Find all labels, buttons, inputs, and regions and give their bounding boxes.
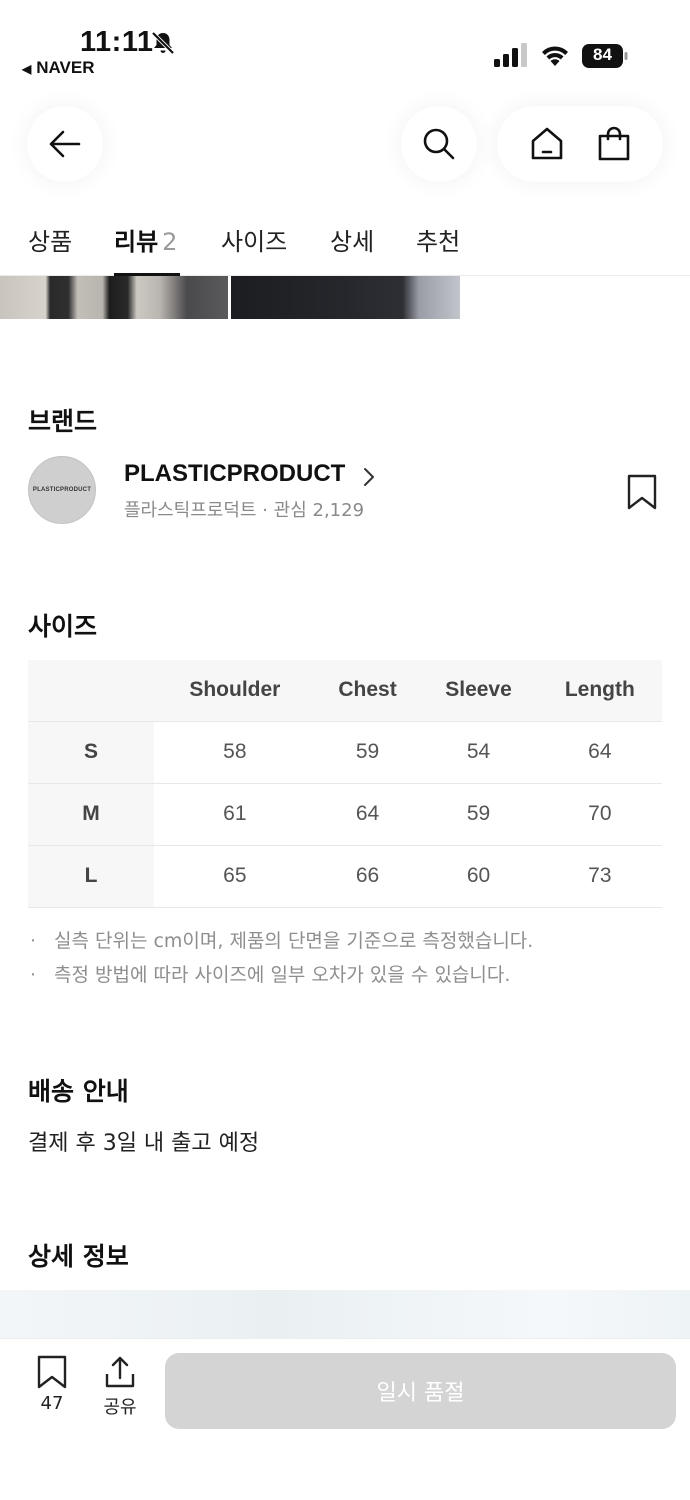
nav-pill — [497, 106, 663, 182]
bookmark-icon — [37, 1355, 67, 1389]
tab-review-label: 리뷰 — [114, 228, 159, 256]
battery-level: 84 — [593, 45, 612, 64]
table-cell: 54 — [419, 721, 538, 784]
tab-product[interactable]: 상품 — [28, 222, 72, 257]
size-label: S — [28, 721, 154, 784]
bookmark-count: 47 — [40, 1393, 64, 1414]
search-button[interactable] — [401, 106, 477, 182]
table-cell: 65 — [154, 845, 316, 908]
size-notes: 실측 단위는 cm이며, 제품의 단면을 기준으로 측정했습니다. 측정 방법에… — [28, 928, 533, 996]
back-triangle-icon: ◀ — [22, 62, 32, 76]
share-button[interactable]: 공유 — [95, 1355, 145, 1419]
review-image[interactable] — [0, 276, 228, 319]
size-table-header: Shoulder Chest Sleeve Length — [28, 660, 662, 722]
tab-detail[interactable]: 상세 — [330, 222, 374, 257]
detail-section-title: 상세 정보 — [28, 1242, 129, 1271]
bookmark-icon[interactable] — [626, 474, 658, 510]
back-to-app-link[interactable]: ◀ NAVER — [22, 58, 94, 78]
size-note: 측정 방법에 따라 사이즈에 일부 오차가 있을 수 있습니다. — [28, 962, 533, 996]
tab-size[interactable]: 사이즈 — [221, 222, 287, 257]
back-app-label: NAVER — [36, 58, 95, 77]
table-cell: 58 — [154, 721, 316, 784]
share-icon — [105, 1356, 135, 1388]
status-bar: 11:11 ◀ NAVER 84 — [0, 0, 690, 90]
table-cell: 61 — [154, 783, 316, 846]
detail-image — [0, 1290, 690, 1338]
column-header: Chest — [315, 660, 420, 722]
shipping-info: 결제 후 3일 내 출고 예정 — [28, 1131, 260, 1156]
shipping-section-title: 배송 안내 — [28, 1077, 129, 1106]
size-table: Shoulder Chest Sleeve Length S 58 59 54 … — [28, 660, 662, 908]
column-header: Sleeve — [419, 660, 538, 722]
table-cell: 66 — [315, 845, 420, 908]
brand-logo-text: PLASTICPRODUCT — [32, 487, 92, 493]
table-row: L 65 66 60 73 — [28, 845, 662, 908]
brand-section-title: 브랜드 — [28, 407, 98, 436]
wifi-icon — [542, 46, 568, 66]
share-label: 공유 — [103, 1397, 137, 1418]
bell-off-icon — [151, 31, 175, 55]
table-cell: 70 — [537, 783, 662, 846]
review-image-strip — [0, 276, 460, 319]
product-tabs: 상품 리뷰 2 사이즈 상세 추천 — [0, 218, 690, 276]
table-cell: 59 — [419, 783, 538, 846]
battery-icon: 84 — [582, 44, 628, 68]
bottom-action-bar: 47 공유 일시 품절 — [0, 1338, 690, 1500]
size-section-title: 사이즈 — [28, 612, 98, 641]
cellular-signal-icon — [494, 43, 527, 67]
cart-button[interactable] — [595, 125, 633, 163]
search-icon — [423, 128, 455, 160]
size-note: 실측 단위는 cm이며, 제품의 단면을 기준으로 측정했습니다. — [28, 928, 533, 962]
tab-review[interactable]: 리뷰 2 — [114, 222, 177, 257]
table-corner — [28, 660, 154, 722]
brand-subtitle: 플라스틱프로덕트 · 관심 2,129 — [124, 500, 365, 521]
table-cell: 59 — [315, 721, 420, 784]
size-label: L — [28, 845, 154, 908]
brand-logo[interactable]: PLASTICPRODUCT — [28, 456, 96, 524]
table-row: S 58 59 54 64 — [28, 721, 662, 784]
chevron-right-icon — [364, 468, 374, 486]
review-image[interactable] — [231, 276, 460, 319]
table-cell: 64 — [315, 783, 420, 846]
soldout-button[interactable]: 일시 품절 — [165, 1353, 676, 1429]
shopping-bag-icon — [598, 126, 629, 161]
column-header: Shoulder — [154, 660, 316, 722]
table-row: M 61 64 59 70 — [28, 783, 662, 846]
home-button[interactable] — [528, 125, 566, 163]
tab-recommend[interactable]: 추천 — [416, 222, 460, 257]
column-header: Length — [537, 660, 662, 722]
arrow-left-icon — [49, 130, 81, 158]
table-cell: 60 — [419, 845, 538, 908]
brand-name-link[interactable]: PLASTICPRODUCT — [124, 460, 345, 488]
table-cell: 73 — [537, 845, 662, 908]
bookmark-button[interactable]: 47 — [27, 1355, 77, 1414]
status-time: 11:11 — [80, 26, 154, 58]
size-label: M — [28, 783, 154, 846]
tab-review-count: 2 — [162, 228, 178, 256]
table-cell: 64 — [537, 721, 662, 784]
back-button[interactable] — [27, 106, 103, 182]
home-icon — [531, 127, 562, 160]
